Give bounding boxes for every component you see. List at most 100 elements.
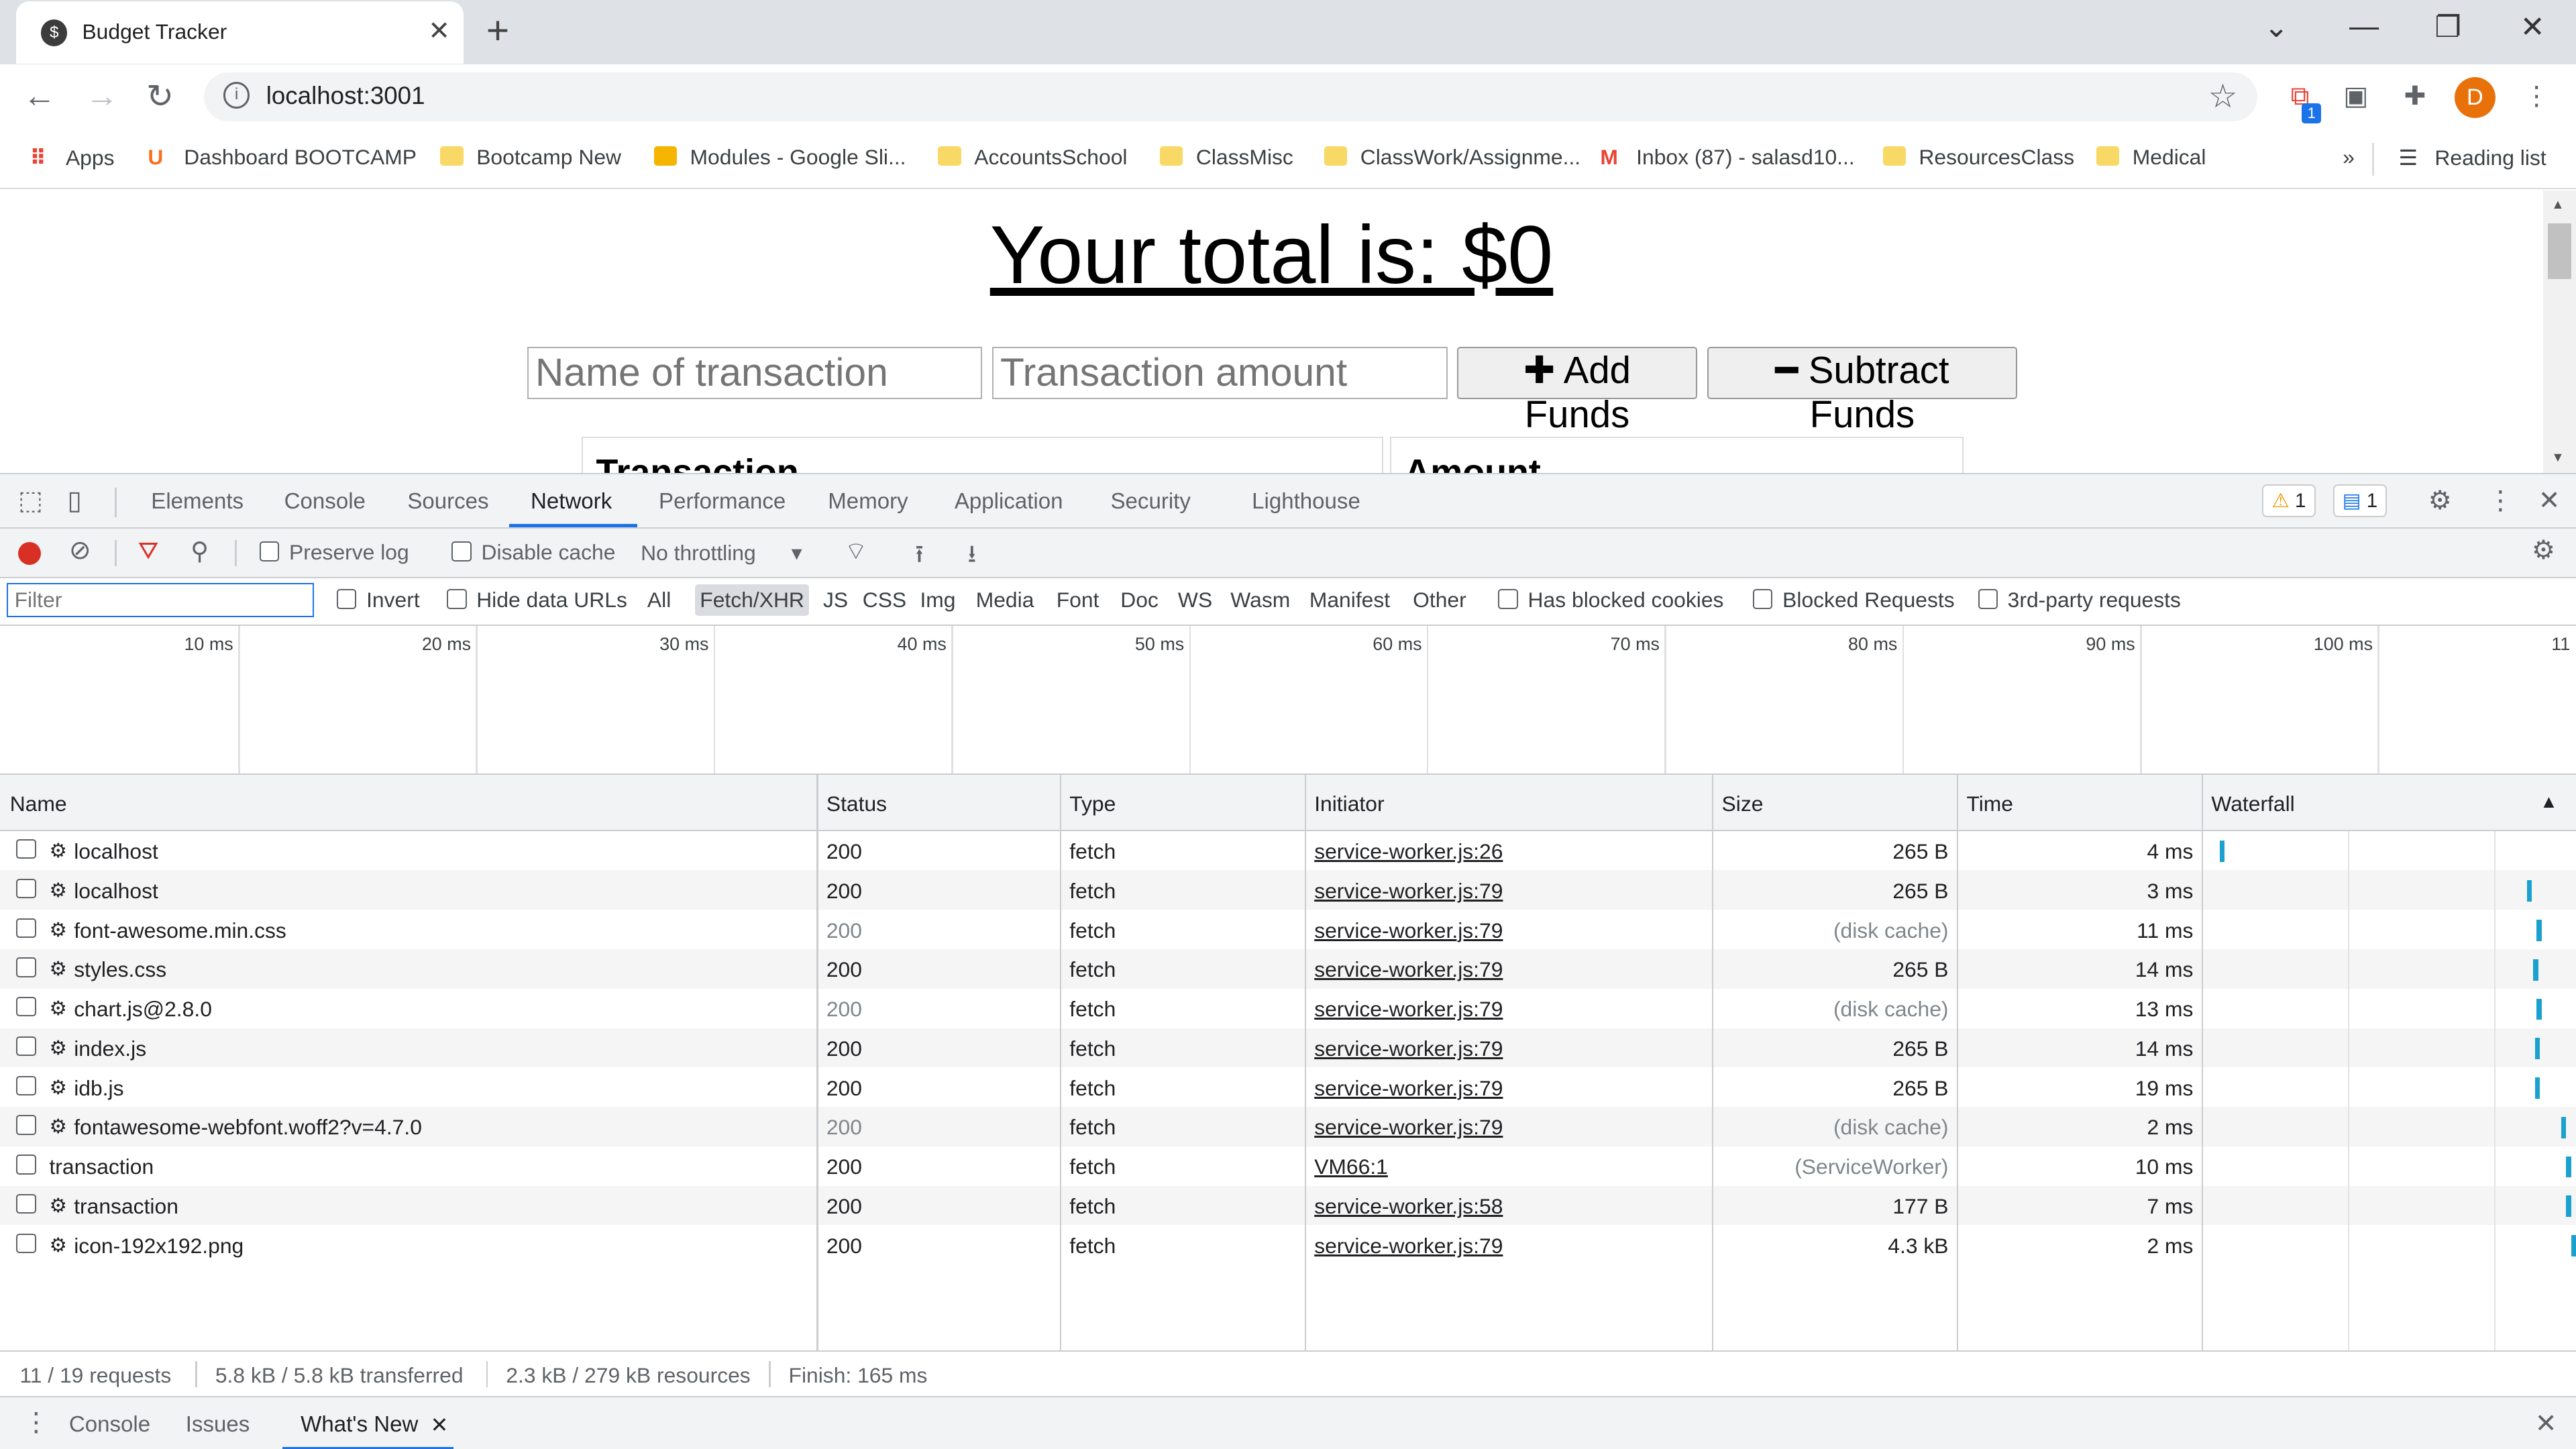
type-css[interactable]: CSS (863, 588, 906, 612)
waterfall-bar[interactable] (2571, 1235, 2576, 1256)
row-checkbox[interactable] (16, 997, 36, 1017)
table-row[interactable]: transaction 200 fetch VM66:1 (ServiceWorker)… (0, 1146, 2576, 1186)
request-initiator-link[interactable]: service-worker.js:26 (1314, 839, 1503, 864)
tab-memory[interactable]: Memory (828, 489, 908, 515)
table-row[interactable]: ⚙ chart.js@2.8.0 200 fetch service-worker.js… (0, 989, 2576, 1028)
bookmark-accountsschool[interactable]: AccountsSchool (938, 145, 1127, 170)
inspect-element-icon[interactable]: ⬚ (18, 486, 43, 516)
request-initiator-link[interactable]: service-worker.js:79 (1314, 1115, 1503, 1140)
close-window-icon[interactable]: ✕ (2520, 10, 2545, 44)
new-tab-icon[interactable]: + (486, 8, 509, 53)
network-conditions-icon[interactable]: ⌔ (845, 537, 868, 567)
row-checkbox[interactable] (16, 1193, 36, 1214)
column-time[interactable]: Time (1966, 792, 2013, 816)
drawer-tab-issues[interactable]: Issues (186, 1412, 250, 1438)
column-status[interactable]: Status (826, 792, 887, 816)
waterfall-bar[interactable] (2536, 998, 2542, 1020)
tab-lighthouse[interactable]: Lighthouse (1252, 489, 1360, 515)
request-initiator-link[interactable]: service-worker.js:79 (1314, 879, 1503, 904)
column-waterfall[interactable]: Waterfall (2211, 792, 2294, 816)
filter-input[interactable] (6, 582, 314, 618)
request-name[interactable]: transaction (49, 1155, 154, 1179)
bookmark-dashboard[interactable]: U Dashboard BOOTCAMP (148, 145, 417, 170)
request-initiator-link[interactable]: service-worker.js:79 (1314, 1036, 1503, 1061)
import-har-icon[interactable]: ⭱ (915, 537, 924, 578)
row-checkbox[interactable] (16, 839, 36, 859)
puzzle-extensions-icon[interactable]: ✚ (2396, 77, 2435, 117)
row-checkbox[interactable] (16, 1115, 36, 1135)
table-row[interactable]: ⚙ styles.css 200 fetch service-worker.js:79 2… (0, 949, 2576, 989)
tab-security[interactable]: Security (1111, 489, 1191, 515)
browser-tab[interactable]: $ Budget Tracker ✕ (16, 1, 464, 64)
close-whats-new-icon[interactable]: ✕ (431, 1412, 449, 1438)
column-size[interactable]: Size (1722, 792, 1764, 816)
tab-network[interactable]: Network (531, 489, 612, 515)
scroll-up-icon[interactable]: ▲ (2551, 197, 2564, 213)
throttling-select[interactable]: No throttling ▾ (641, 540, 802, 566)
drawer-menu-icon[interactable]: ⋮ (23, 1407, 49, 1438)
media-icon[interactable]: ▣ (2336, 77, 2375, 117)
disable-cache-checkbox[interactable]: Disable cache (451, 540, 615, 565)
site-info-icon[interactable]: i (223, 82, 250, 109)
waterfall-bar[interactable] (2566, 1156, 2571, 1178)
profile-avatar[interactable]: D (2454, 77, 2496, 119)
waterfall-bar[interactable] (2219, 841, 2224, 863)
page-scrollbar[interactable]: ▲ ▼ (2543, 191, 2576, 474)
add-funds-button[interactable]: ✚ Add Funds (1457, 346, 1697, 435)
more-options-icon[interactable]: ⋮ (2487, 486, 2514, 516)
type-fetch-xhr[interactable]: Fetch/XHR (694, 584, 810, 616)
back-icon[interactable]: ← (23, 77, 56, 115)
address-bar[interactable]: i localhost:3001 ☆ (203, 72, 2257, 122)
type-wasm[interactable]: Wasm (1230, 588, 1290, 612)
third-party-checkbox[interactable]: 3rd-party requests (1978, 588, 2181, 612)
close-tab-icon[interactable]: ✕ (428, 16, 450, 46)
bookmark-classwork[interactable]: ClassWork/Assignme... (1324, 145, 1580, 170)
request-name[interactable]: icon-192x192.png (74, 1234, 244, 1258)
type-manifest[interactable]: Manifest (1309, 588, 1390, 612)
waterfall-bar[interactable] (2526, 880, 2532, 902)
export-har-icon[interactable]: ⭳ (967, 537, 976, 578)
request-name[interactable]: font-awesome.min.css (74, 918, 286, 943)
row-checkbox[interactable] (16, 1155, 36, 1175)
minimize-icon[interactable]: — (2349, 10, 2379, 44)
request-name[interactable]: localhost (74, 879, 158, 904)
row-checkbox[interactable] (16, 1233, 36, 1254)
kebab-menu-icon[interactable]: ⋮ (2517, 77, 2557, 117)
type-all[interactable]: All (647, 588, 671, 612)
table-row[interactable]: ⚙ font-awesome.min.css 200 fetch service-wor… (0, 910, 2576, 949)
type-other[interactable]: Other (1413, 588, 1466, 612)
tab-sources[interactable]: Sources (407, 489, 488, 515)
hide-data-urls-checkbox[interactable]: Hide data URLs (447, 588, 627, 612)
preserve-log-checkbox[interactable]: Preserve log (259, 540, 409, 565)
waterfall-bar[interactable] (2566, 1195, 2571, 1218)
table-row[interactable]: ⚙ localhost 200 fetch service-worker.js:26 26… (0, 831, 2576, 871)
request-name[interactable]: fontawesome-webfont.woff2?v=4.7.0 (74, 1115, 422, 1140)
table-row[interactable]: ⚙ index.js 200 fetch service-worker.js:79 265… (0, 1028, 2576, 1068)
filter-icon[interactable]: ⛛ (138, 537, 159, 566)
table-row[interactable]: ⚙ icon-192x192.png 200 fetch service-worker.… (0, 1225, 2576, 1265)
drawer-tab-console[interactable]: Console (69, 1412, 150, 1438)
column-initiator[interactable]: Initiator (1314, 792, 1384, 816)
transaction-name-input[interactable] (527, 346, 983, 400)
row-checkbox[interactable] (16, 1036, 36, 1057)
request-name[interactable]: styles.css (74, 957, 166, 982)
request-initiator-link[interactable]: service-worker.js:79 (1314, 918, 1503, 943)
subtract-funds-button[interactable]: ━ Subtract Funds (1707, 346, 2018, 435)
search-icon[interactable]: ⚲ (191, 537, 209, 566)
bookmark-resourcesclass[interactable]: ResourcesClass (1882, 145, 2074, 170)
tab-elements[interactable]: Elements (151, 489, 244, 515)
type-img[interactable]: Img (920, 588, 955, 612)
waterfall-bar[interactable] (2533, 959, 2538, 981)
forward-icon[interactable]: → (85, 77, 118, 115)
warnings-badge[interactable]: ⚠ 1 (2262, 484, 2316, 517)
request-name[interactable]: transaction (74, 1194, 178, 1219)
type-doc[interactable]: Doc (1120, 588, 1159, 612)
tab-performance[interactable]: Performance (659, 489, 786, 515)
network-settings-icon[interactable]: ⚙ (2532, 535, 2555, 566)
type-media[interactable]: Media (976, 588, 1034, 612)
blocked-cookies-checkbox[interactable]: Has blocked cookies (1498, 588, 1723, 612)
table-row[interactable]: ⚙ localhost 200 fetch service-worker.js:79 26… (0, 870, 2576, 910)
row-checkbox[interactable] (16, 957, 36, 977)
request-initiator-link[interactable]: service-worker.js:79 (1314, 997, 1503, 1022)
reading-list-button[interactable]: ☰ Reading list (2399, 145, 2546, 170)
